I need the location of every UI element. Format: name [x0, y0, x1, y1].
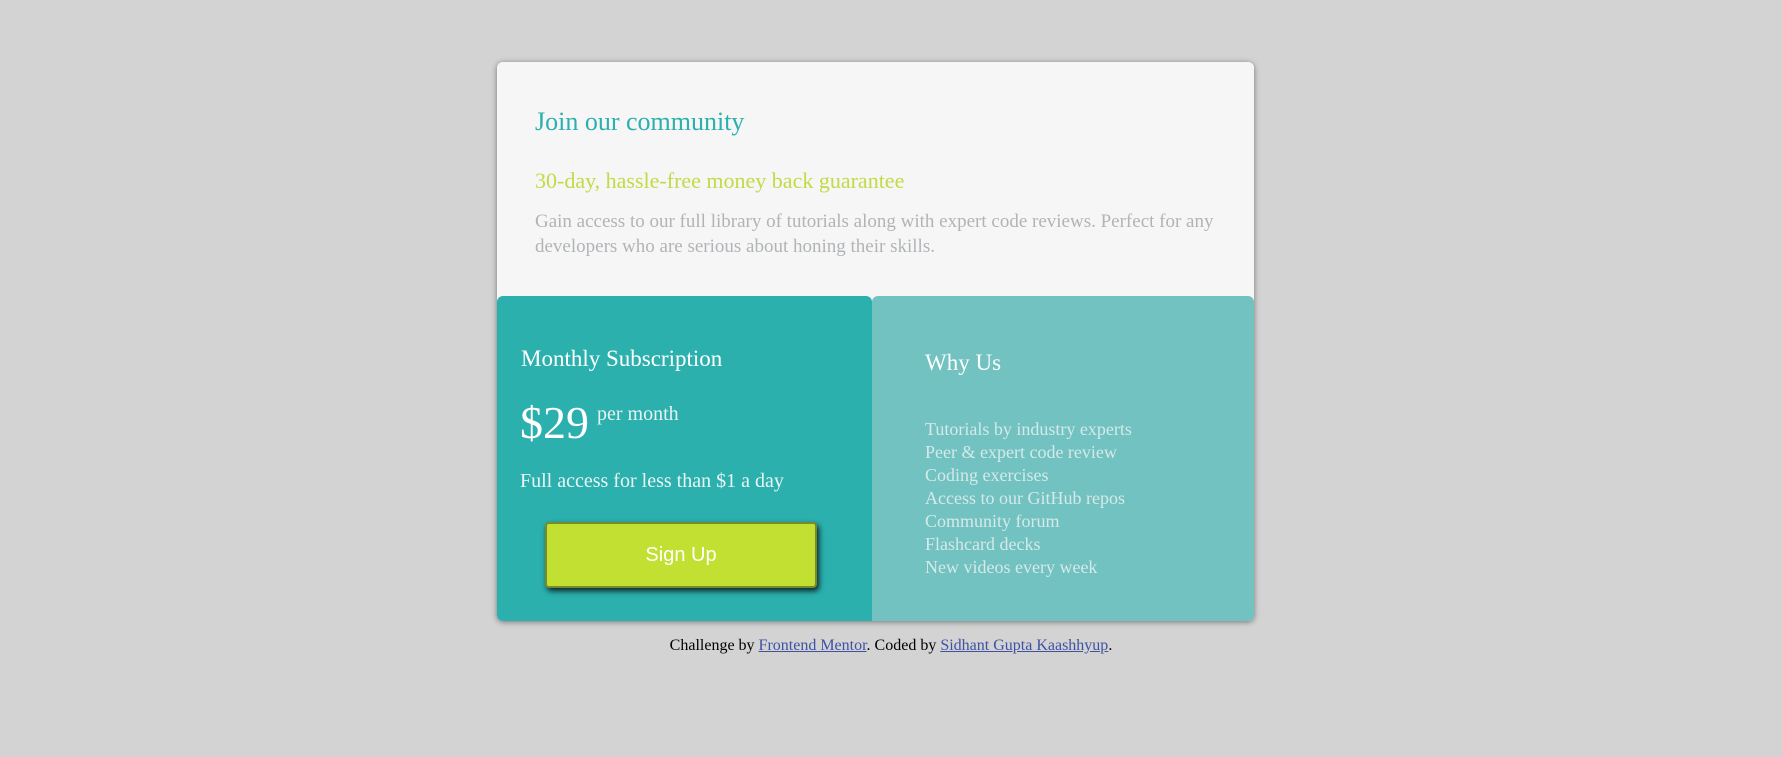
- list-item: New videos every week: [925, 557, 1098, 577]
- why-us-list: Tutorials by industry experts Peer & exp…: [925, 418, 1132, 579]
- pricing-card: Join our community 30-day, hassle-free m…: [497, 62, 1254, 621]
- intro-description: Gain access to our full library of tutor…: [535, 211, 1214, 257]
- list-item: Flashcard decks: [925, 534, 1041, 554]
- intro-title: Join our community: [535, 107, 745, 136]
- why-us-heading: Why Us: [925, 350, 1002, 375]
- list-item: Access to our GitHub repos: [925, 488, 1125, 508]
- list-item: Peer & expert code review: [925, 442, 1117, 462]
- list-item: Tutorials by industry experts: [925, 419, 1132, 439]
- intro-subtitle: 30-day, hassle-free money back guarantee: [535, 168, 905, 193]
- attribution-middle: . Coded by: [866, 637, 941, 654]
- subscription-note: Full access for less than $1 a day: [520, 470, 784, 492]
- why-us-section: Why Us Tutorials by industry experts Pee…: [872, 296, 1254, 621]
- price-value: $29: [520, 397, 589, 448]
- frontend-mentor-link[interactable]: Frontend Mentor: [759, 637, 867, 654]
- attribution-prefix: Challenge by: [669, 637, 759, 654]
- sign-up-button[interactable]: Sign Up: [545, 522, 817, 588]
- attribution: Challenge by Frontend Mentor. Coded by S…: [0, 637, 1782, 655]
- author-link[interactable]: Sidhant Gupta Kaashhyup: [940, 637, 1108, 654]
- attribution-suffix: .: [1108, 637, 1113, 654]
- price-row: $29 per month: [520, 400, 679, 446]
- price-period: per month: [597, 403, 679, 425]
- intro-section: Join our community 30-day, hassle-free m…: [497, 62, 1254, 296]
- subscription-section: Monthly Subscription $29 per month Full …: [497, 296, 872, 621]
- subscription-heading: Monthly Subscription: [521, 346, 723, 371]
- list-item: Coding exercises: [925, 465, 1049, 485]
- list-item: Community forum: [925, 511, 1060, 531]
